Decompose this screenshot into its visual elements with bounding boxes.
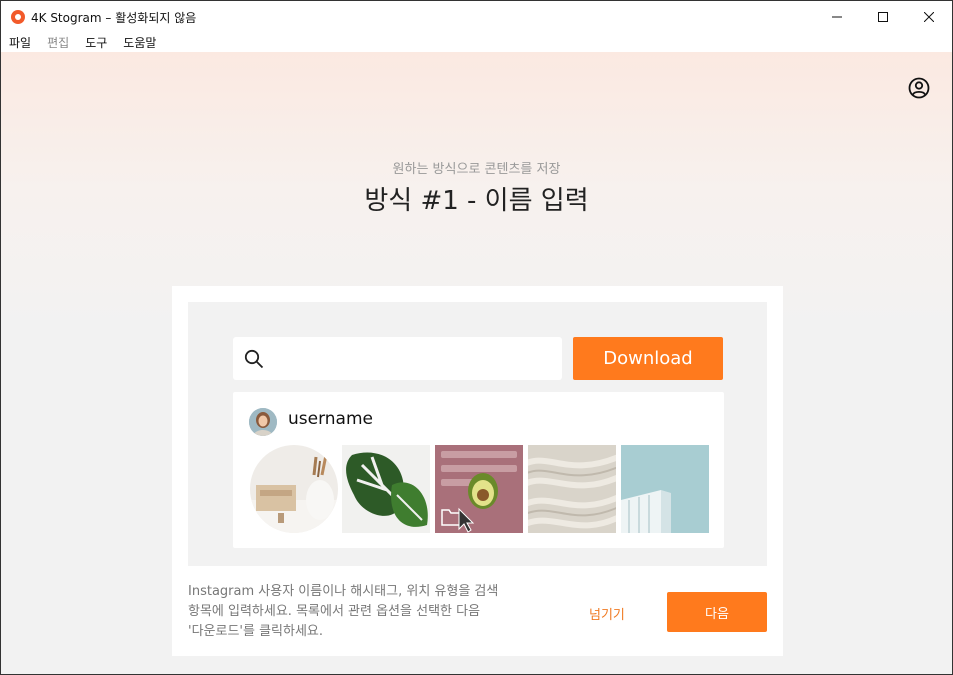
search-result[interactable]: username (233, 392, 724, 548)
page-title: 방식 #1 - 이름 입력 (364, 186, 589, 216)
window-title: 4K Stogram – 활성화되지 않음 (31, 10, 197, 25)
close-button[interactable] (906, 1, 952, 33)
building-sky-image (621, 445, 709, 533)
app-window: 4K Stogram – 활성화되지 않음 파일 편집 도구 도움말 원하는 방… (0, 0, 953, 675)
download-button[interactable]: Download (573, 337, 723, 380)
account-button[interactable] (908, 77, 930, 99)
instruction-line: 항목에 입력하세요. 목록에서 관련 옵션을 선택한 다음 (188, 604, 481, 619)
instruction-text: Instagram 사용자 이름이나 해시태그, 위치 유형을 검색 항목에 입… (188, 582, 548, 642)
next-button[interactable]: 다음 (667, 592, 767, 632)
user-circle-icon (908, 77, 930, 99)
skip-link[interactable]: 넘기기 (589, 604, 625, 623)
menu-file[interactable]: 파일 (1, 34, 39, 51)
sand-waves-image (528, 445, 616, 533)
menu-bar: 파일 편집 도구 도움말 (1, 33, 952, 52)
monstera-leaf-image (342, 445, 430, 533)
menu-tools[interactable]: 도구 (77, 34, 115, 51)
search-icon (244, 349, 264, 369)
instruction-line: Instagram 사용자 이름이나 해시태그, 위치 유형을 검색 (188, 584, 499, 599)
title-bar: 4K Stogram – 활성화되지 않음 (1, 1, 952, 33)
main-content: 원하는 방식으로 콘텐츠를 저장 방식 #1 - 이름 입력 Download (1, 52, 952, 674)
instruction-line: '다운로드'를 클릭하세요. (188, 624, 324, 639)
username-label: username (288, 409, 373, 429)
avatar (249, 408, 277, 436)
menu-edit[interactable]: 편집 (39, 34, 77, 51)
window-controls (814, 1, 952, 33)
app-logo-icon (11, 10, 25, 24)
minimize-icon (832, 16, 842, 18)
search-input[interactable] (233, 337, 562, 380)
demo-illustration: Download username (188, 302, 767, 566)
avocado-folder-image (435, 445, 523, 533)
page-subtitle: 원하는 방식으로 콘텐츠를 저장 (392, 162, 561, 177)
close-icon (924, 12, 934, 22)
maximize-icon (878, 12, 888, 22)
menu-help[interactable]: 도움말 (115, 34, 164, 51)
kitchen-utensils-image (250, 445, 338, 533)
tutorial-card: Download username Instagram 사용자 이름이나 해시태… (172, 286, 783, 656)
minimize-button[interactable] (814, 1, 860, 33)
maximize-button[interactable] (860, 1, 906, 33)
